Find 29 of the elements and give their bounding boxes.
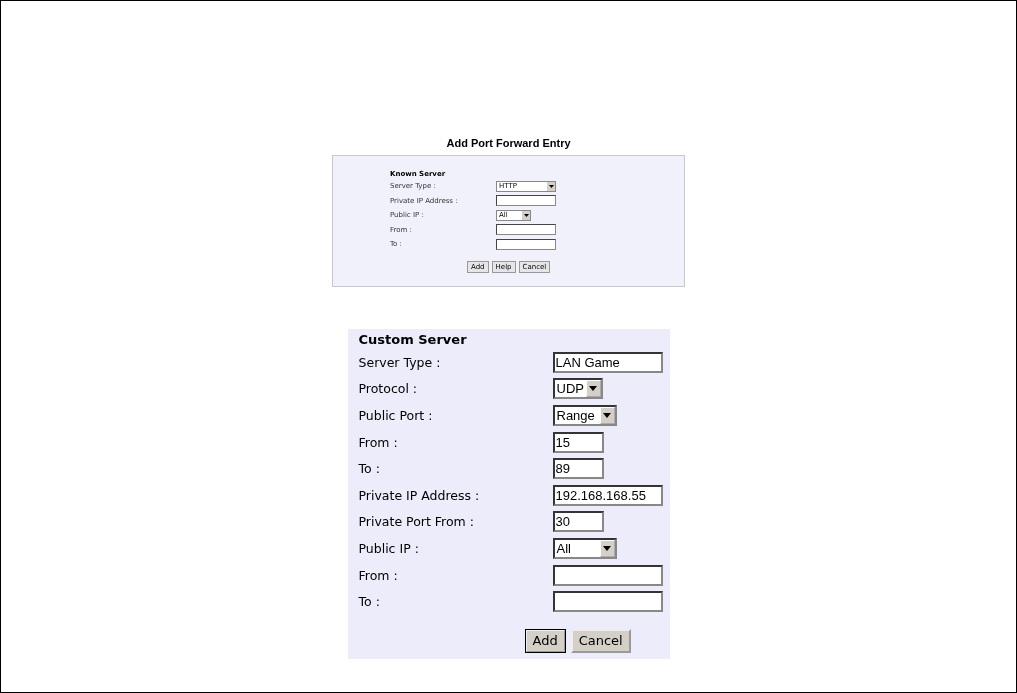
form-button[interactable]: Cancel [570,628,631,653]
dropdown[interactable]: All [552,537,617,559]
form-title: Add Port Forward Entry [446,136,571,151]
section-heading: Custom Server [358,331,468,349]
field-label: Public Port : [358,408,434,423]
text-field[interactable]: 192.168.168.55 [552,484,663,506]
field-label: To : [358,461,381,477]
field-label: From : [358,434,399,450]
text-field[interactable]: 89 [552,458,604,480]
field-label: To : [358,594,381,610]
field-label: Private Port From : [358,514,475,530]
dropdown[interactable]: UDP [552,378,603,400]
text-field[interactable] [496,238,556,250]
field-label: Protocol : [358,381,419,397]
text-field[interactable]: 15 [552,431,604,453]
text-field[interactable] [496,224,556,236]
field-label: Server Type : [358,354,442,370]
text-field[interactable]: 30 [552,511,604,533]
field-label: Public IP : [358,540,420,556]
field-label: Private IP Address : [358,487,481,503]
dropdown-arrow-icon[interactable] [522,210,530,220]
dropdown[interactable]: Range [552,405,617,426]
text-field[interactable] [496,195,556,207]
field-label: From : [358,567,399,583]
text-field[interactable] [552,591,663,613]
form-button[interactable]: Add [524,628,566,653]
text-field[interactable] [552,564,663,586]
text-field[interactable]: LAN Game [552,351,663,373]
dropdown-arrow-icon[interactable] [547,181,555,191]
